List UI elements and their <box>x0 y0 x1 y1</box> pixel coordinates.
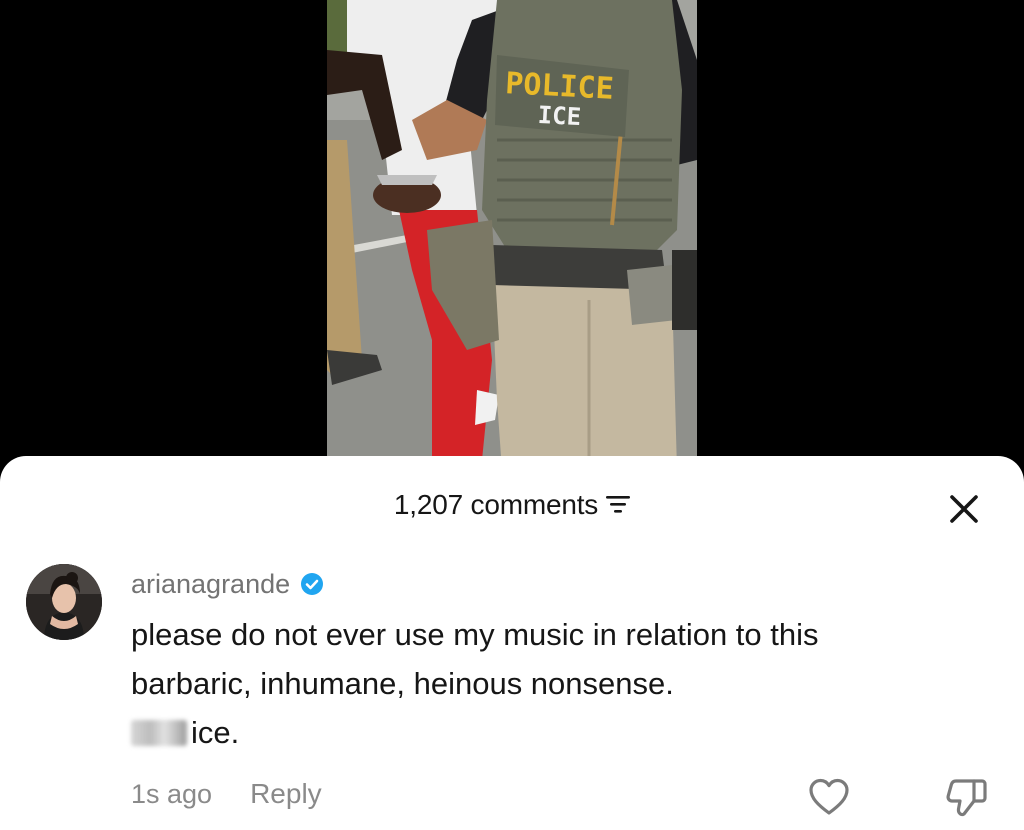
comment-text: please do not ever use my music in relat… <box>131 610 991 757</box>
heart-icon <box>809 778 849 815</box>
video-frame[interactable]: POLICE ICE <box>327 0 697 470</box>
vest-patch-ice: ICE <box>537 101 582 131</box>
like-button[interactable] <box>808 777 850 817</box>
thumbs-down-icon <box>946 779 987 817</box>
comment-text-line-3: ice. <box>131 708 991 757</box>
reply-button[interactable]: Reply <box>250 778 322 810</box>
vest-patch-police: POLICE <box>504 66 614 107</box>
comment-count-label: 1,207 comments <box>393 489 599 520</box>
close-button[interactable] <box>944 489 984 529</box>
comment-text-line-3-text: ice. <box>191 715 240 750</box>
sort-filter-icon[interactable] <box>606 489 631 521</box>
comment-timestamp: 1s ago <box>131 778 213 809</box>
close-icon <box>950 495 978 523</box>
verified-badge-icon <box>301 573 324 595</box>
dislike-button[interactable] <box>944 775 988 819</box>
censored-emoji-icon <box>131 720 187 746</box>
comments-sheet: 1,207 comments arianagrande please do no… <box>0 456 1024 830</box>
comment-meta-row: 1s ago Reply <box>131 778 322 810</box>
comment-count-button[interactable]: 1,207 comments <box>0 489 1024 521</box>
avatar[interactable] <box>26 564 102 640</box>
comment-username[interactable]: arianagrande <box>131 569 290 600</box>
username-row: arianagrande <box>131 566 324 602</box>
comments-header: 1,207 comments <box>0 456 1024 551</box>
video-still-image: POLICE ICE <box>327 0 697 470</box>
comment-text-line-1: please do not ever use my music in relat… <box>131 617 819 652</box>
comment-text-line-2: barbaric, inhumane, heinous nonsense. <box>131 666 674 701</box>
comment-item: arianagrande please do not ever use my m… <box>0 556 1024 826</box>
video-player[interactable]: POLICE ICE <box>0 0 1024 470</box>
